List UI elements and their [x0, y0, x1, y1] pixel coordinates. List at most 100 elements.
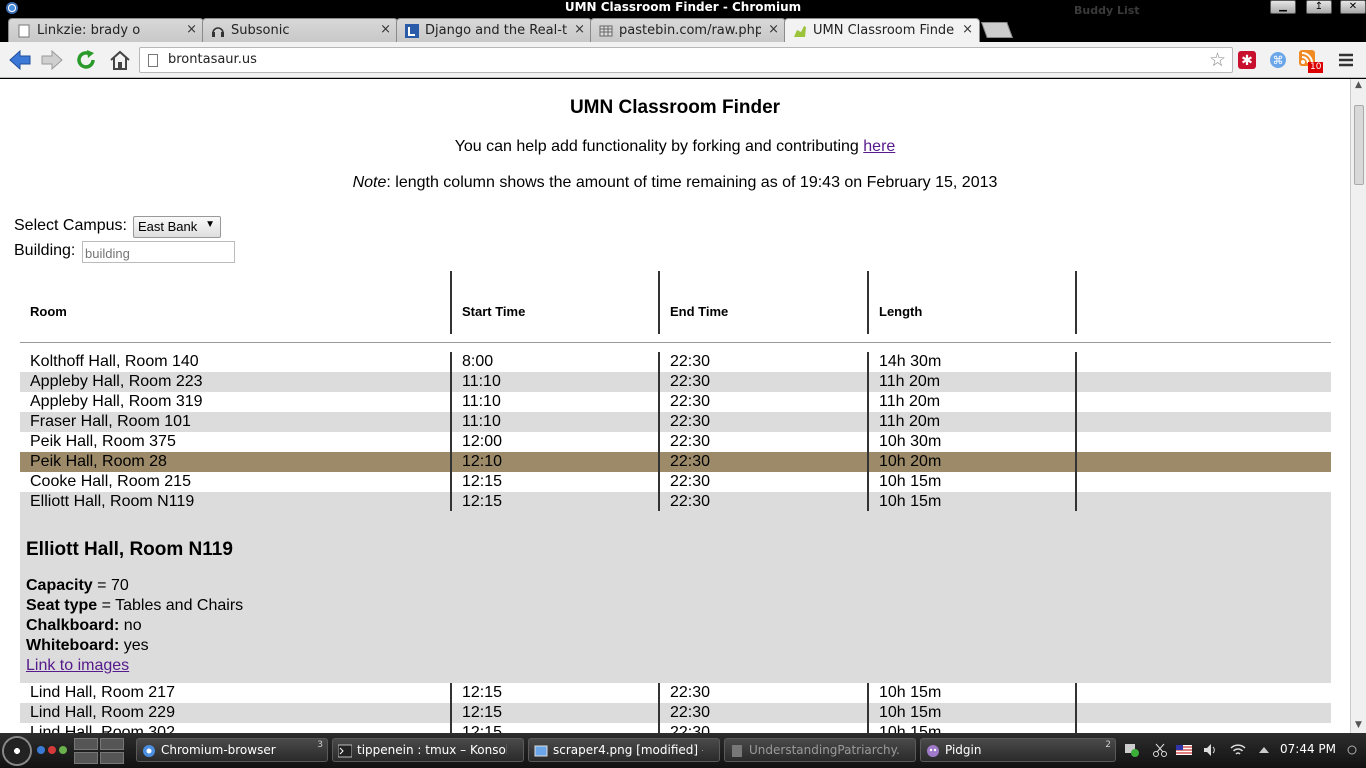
length-cell: 10h 30m: [879, 433, 942, 450]
length-cell: 10h 15m: [879, 684, 942, 701]
extension-icon[interactable]: ⌘: [1268, 50, 1288, 70]
window-title: UMN Classroom Finder - Chromium: [564, 0, 802, 14]
forward-arrow-icon[interactable]: [40, 49, 64, 71]
contribute-link[interactable]: here: [863, 138, 895, 155]
volume-icon[interactable]: [1202, 742, 1218, 758]
desktop-4[interactable]: [100, 752, 124, 764]
scroll-thumb[interactable]: [1354, 105, 1364, 185]
panel-cashew-icon[interactable]: [1344, 742, 1360, 758]
table-row[interactable]: Cooke Hall, Room 215 12:15 22:30 10h 15m: [20, 472, 1331, 492]
back-arrow-icon[interactable]: [8, 49, 32, 71]
tab-close-icon[interactable]: ×: [768, 22, 779, 37]
tab-close-icon[interactable]: ×: [380, 22, 391, 37]
building-input[interactable]: [82, 241, 235, 263]
room-cell: Fraser Hall, Room 101: [30, 413, 191, 430]
tab-linkzie[interactable]: Linkzie: brady o ×: [8, 18, 204, 42]
start-cell: 8:00: [462, 353, 494, 370]
task-ksnapshot[interactable]: scraper4.png [modified] – KS: [528, 738, 720, 762]
new-tab-button[interactable]: [981, 22, 1013, 38]
close-window-button[interactable]: ✕: [1340, 0, 1366, 14]
tab-close-icon[interactable]: ×: [962, 22, 973, 37]
tab-label: Subsonic: [231, 23, 290, 38]
show-hidden-icons-arrow-icon[interactable]: [1256, 742, 1272, 758]
desktop-3[interactable]: [74, 752, 98, 764]
length-cell: 11h 20m: [879, 373, 941, 390]
note-label: Note: [352, 174, 387, 191]
page-content: UMN Classroom Finder You can help add fu…: [0, 79, 1350, 733]
table-row[interactable]: Lind Hall, Room 229 12:15 22:30 10h 15m: [20, 703, 1331, 723]
campus-select[interactable]: East Bank ▼: [133, 216, 221, 238]
images-link[interactable]: Link to images: [26, 657, 129, 674]
lastpass-icon[interactable]: ✱: [1237, 50, 1257, 70]
table-row[interactable]: Appleby Hall, Room 319 11:10 22:30 11h 2…: [20, 392, 1331, 412]
dinosaur-icon: [794, 26, 806, 37]
tab-django[interactable]: Django and the Real-t ×: [396, 18, 592, 42]
start-cell: 12:15: [462, 493, 503, 510]
tab-label: UMN Classroom Finder: [813, 23, 955, 38]
tab-pastebin[interactable]: pastebin.com/raw.php ×: [590, 18, 786, 42]
scissors-icon[interactable]: [1152, 742, 1168, 758]
desktop-2[interactable]: [100, 738, 124, 750]
room-cell: Peik Hall, Room 375: [30, 433, 176, 450]
pdf-icon: [732, 745, 742, 757]
start-cell: 11:10: [462, 413, 501, 430]
page-scrollbar[interactable]: ▲ ▼: [1350, 79, 1366, 733]
table-row[interactable]: Peik Hall, Room 375 12:00 22:30 10h 30m: [20, 432, 1331, 452]
start-cell: 12:15: [462, 473, 503, 490]
detail-images: Link to images: [26, 657, 129, 675]
detail-seat-type: Seat type = Tables and Chairs: [26, 597, 243, 615]
column-header-start[interactable]: Start Time: [462, 304, 525, 319]
task-pdf[interactable]: UnderstandingPatriarchy.pdf: [724, 738, 916, 762]
table-row-selected[interactable]: Peik Hall, Room 28 12:10 22:30 10h 20m: [20, 452, 1331, 472]
column-header-room[interactable]: Room: [30, 304, 67, 319]
bookmark-star-icon[interactable]: ☆: [1209, 49, 1226, 71]
table-row[interactable]: Lind Hall, Room 217 12:15 22:30 10h 15m: [20, 683, 1331, 703]
end-cell: 22:30: [670, 473, 711, 490]
column-header-length[interactable]: Length: [879, 304, 922, 319]
application-launcher-icon[interactable]: [2, 736, 32, 766]
home-icon[interactable]: [108, 49, 132, 71]
table-row[interactable]: Kolthoff Hall, Room 140 8:00 22:30 14h 3…: [20, 352, 1331, 372]
table-row[interactable]: Fraser Hall, Room 101 11:10 22:30 11h 20…: [20, 412, 1331, 432]
tab-label: pastebin.com/raw.php: [619, 23, 761, 38]
task-konsole[interactable]: tippenein : tmux – Konsole: [332, 738, 524, 762]
note-text: Note: length column shows the amount of …: [0, 174, 1350, 192]
campus-value: East Bank: [138, 219, 198, 234]
column-header-end[interactable]: End Time: [670, 304, 728, 319]
task-pidgin[interactable]: Pidgin 2: [920, 738, 1116, 762]
maximize-button[interactable]: ↥: [1306, 0, 1332, 14]
pidgin-tray-icon[interactable]: [1124, 742, 1140, 758]
tab-close-icon[interactable]: ×: [574, 22, 585, 37]
detail-capacity: Capacity = 70: [26, 577, 129, 595]
table-header: Room Start Time End Time Length: [20, 271, 1331, 343]
table-row[interactable]: Lind Hall, Room 302 12:15 22:30 10h 15m: [20, 723, 1331, 733]
rss-count-badge: 10: [1308, 62, 1324, 73]
scroll-down-icon[interactable]: ▼: [1353, 720, 1364, 732]
campus-label: Select Campus:: [14, 217, 127, 234]
start-cell: 12:00: [462, 433, 503, 450]
activity-icon[interactable]: [36, 743, 70, 757]
menu-icon[interactable]: [1336, 50, 1356, 70]
tab-close-icon[interactable]: ×: [186, 22, 197, 37]
url-text[interactable]: brontasaur.us: [168, 52, 257, 67]
table-row[interactable]: Elliott Hall, Room N119 12:15 22:30 10h …: [20, 492, 1331, 512]
address-bar[interactable]: brontasaur.us ☆: [139, 47, 1233, 73]
blog-icon: [405, 24, 419, 38]
clock[interactable]: 07:44 PM: [1280, 742, 1336, 756]
svg-text:⌘: ⌘: [1273, 54, 1284, 67]
tab-umn-classroom-finder[interactable]: UMN Classroom Finder ×: [784, 18, 980, 42]
task-chromium[interactable]: Chromium-browser 3: [136, 738, 328, 762]
terminal-icon: [338, 744, 352, 758]
wifi-icon[interactable]: [1230, 742, 1246, 758]
reload-icon[interactable]: [74, 49, 98, 71]
desktop-1[interactable]: [74, 738, 98, 750]
table-row[interactable]: Appleby Hall, Room 223 11:10 22:30 11h 2…: [20, 372, 1331, 392]
minimize-button[interactable]: ▁: [1270, 0, 1296, 14]
length-cell: 10h 15m: [879, 724, 942, 733]
column-divider: [1075, 352, 1077, 512]
seat-label: Seat type: [26, 597, 98, 614]
headphones-icon: [212, 27, 224, 37]
scroll-up-icon[interactable]: ▲: [1353, 80, 1364, 92]
keyboard-layout-flag-icon[interactable]: [1176, 742, 1192, 758]
tab-subsonic[interactable]: Subsonic ×: [202, 18, 398, 42]
